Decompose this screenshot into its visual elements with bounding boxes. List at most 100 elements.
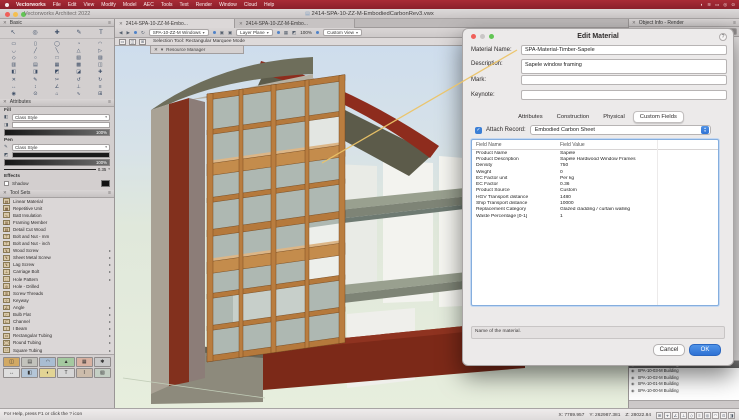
material-name-input[interactable]: SPA-Material-Timber-Sapele bbox=[521, 45, 727, 55]
snap-intersection-icon[interactable]: ◎ bbox=[704, 411, 711, 419]
palette-menu-icon[interactable]: ≡ bbox=[108, 190, 111, 196]
tool-set-item[interactable]: ⌐ Bulb Flat ▸ bbox=[0, 311, 114, 318]
field-value-header[interactable]: Field Value bbox=[560, 142, 718, 148]
tool-set-item[interactable]: II Beam ▸ bbox=[0, 325, 114, 332]
basic-tool-33[interactable]: ⊥ bbox=[68, 83, 90, 90]
visibility-icon[interactable]: ◉ bbox=[631, 381, 635, 386]
tool-set-item[interactable]: ⊏ Channel ▸ bbox=[0, 318, 114, 325]
close-icon[interactable]: ✕ bbox=[239, 21, 243, 27]
dialog-tab-physical[interactable]: Physical bbox=[597, 112, 631, 122]
snap-loupe-tool[interactable]: ◎ bbox=[25, 28, 45, 37]
fill-opacity-bar[interactable]: 100% bbox=[4, 128, 110, 136]
table-row[interactable]: Density 750 bbox=[472, 163, 718, 169]
wifi-icon[interactable]: ≋ bbox=[707, 2, 711, 8]
palette-resize-strip[interactable] bbox=[629, 400, 739, 408]
snap-perpendicular-icon[interactable]: ⊥ bbox=[680, 411, 687, 419]
shadow-checkbox[interactable] bbox=[4, 180, 9, 186]
layer-plane-dropdown[interactable]: Layer Plane ▾ bbox=[236, 29, 273, 36]
3d-modeling-tools[interactable]: ◧ bbox=[21, 367, 39, 378]
menu-item-view[interactable]: View bbox=[83, 2, 94, 8]
free-draw-tool[interactable]: ✎ bbox=[69, 28, 89, 37]
basic-tool-38[interactable]: ∿ bbox=[68, 90, 90, 97]
basic-tool-21[interactable]: ◨ bbox=[25, 69, 47, 76]
selection-tool[interactable]: ↖ bbox=[3, 28, 23, 37]
table-row[interactable]: Product Description Sapele Hardwood Windo… bbox=[472, 156, 718, 162]
menu-item-edit[interactable]: Edit bbox=[68, 2, 77, 8]
basic-tool-6[interactable]: ╱ bbox=[25, 47, 47, 54]
basic-tool-14[interactable]: ▨ bbox=[89, 54, 111, 61]
building-shell-tools[interactable]: ◫ bbox=[3, 356, 21, 367]
attach-record-checkbox[interactable]: ✓ bbox=[475, 126, 482, 134]
basic-tool-1[interactable]: ▯ bbox=[25, 40, 47, 47]
table-row[interactable]: Waste Percentage [0-1] 1 bbox=[472, 213, 718, 219]
basic-tool-36[interactable]: ⊙ bbox=[25, 90, 47, 97]
tool-set-item[interactable]: ⊤ Bolt and Nut - mm bbox=[0, 233, 114, 240]
close-icon[interactable]: ✕ bbox=[119, 21, 123, 27]
tool-set-item[interactable]: ◯ Round Tubing ▸ bbox=[0, 339, 114, 346]
tool-set-item[interactable]: ▭ Rectangular Tubing ▸ bbox=[0, 332, 114, 339]
keynote-input[interactable] bbox=[521, 90, 727, 100]
table-row[interactable]: Product Name Sapele bbox=[472, 150, 718, 156]
menu-item-tools[interactable]: Tools bbox=[161, 2, 173, 8]
basic-tool-20[interactable]: ◧ bbox=[3, 69, 25, 76]
basic-tool-10[interactable]: ◇ bbox=[3, 54, 25, 61]
dims-notes-tools[interactable]: ↔ bbox=[3, 367, 21, 378]
tool-set-item[interactable]: ⊤ Bolt and Nut - inch bbox=[0, 240, 114, 247]
record-format-dropdown[interactable]: Embodied Carbon Sheet ▴ ▾ bbox=[529, 125, 711, 135]
basic-tool-27[interactable]: ✂ bbox=[46, 76, 68, 83]
current-view-dropdown[interactable]: Custom View ▾ bbox=[323, 29, 362, 36]
table-row[interactable]: EC Factor 0.36 bbox=[472, 181, 718, 187]
basic-tool-22[interactable]: ◩ bbox=[46, 69, 68, 76]
attributes-palette-header[interactable]: ✕ Attributes ≡ bbox=[0, 98, 114, 107]
visualization-tools[interactable]: ◐ bbox=[39, 367, 57, 378]
visibility-icon[interactable]: ◉ bbox=[631, 375, 635, 380]
snap-point-icon[interactable]: ⌖ bbox=[664, 411, 671, 419]
line-weight-value[interactable]: 0.35 bbox=[98, 167, 106, 172]
basic-tool-39[interactable]: ⊞ bbox=[89, 90, 111, 97]
fill-style-dropdown[interactable]: Class Style ▾ bbox=[12, 113, 110, 121]
zoom-level[interactable]: 100% bbox=[300, 30, 312, 35]
basic-tool-34[interactable]: ≡ bbox=[89, 83, 111, 90]
table-row[interactable]: EC Factor unit Per kg bbox=[472, 175, 718, 181]
menu-item-modify[interactable]: Modify bbox=[101, 2, 116, 8]
plane-mode-icon[interactable]: ◩ bbox=[292, 30, 296, 36]
tool-set-item[interactable]: ∠ Angle ▸ bbox=[0, 304, 114, 311]
cancel-button[interactable]: Cancel bbox=[653, 344, 685, 356]
menu-item-model[interactable]: Model bbox=[123, 2, 137, 8]
walls-tools[interactable]: ▤ bbox=[21, 356, 39, 367]
tool-sets-palette-header[interactable]: ✕ Tool Sets ≡ bbox=[0, 189, 114, 198]
shadow-color-swatch[interactable] bbox=[101, 179, 110, 187]
menu-item-text[interactable]: Text bbox=[180, 2, 189, 8]
furnishing-tools[interactable]: ▦ bbox=[75, 356, 93, 367]
tool-set-item[interactable]: ↯ Sheet Metal Screw ▸ bbox=[0, 254, 114, 261]
control-center-icon[interactable]: ⊙ bbox=[731, 2, 735, 8]
document-tab[interactable]: ✕ 2414-SPA-10-ZZ-M-Embo... bbox=[115, 19, 235, 28]
dialog-tab-custom-fields[interactable]: Custom Fields bbox=[632, 111, 684, 123]
basic-tool-25[interactable]: ✕ bbox=[3, 76, 25, 83]
basic-tool-13[interactable]: ▧ bbox=[68, 54, 90, 61]
dialog-tab-construction[interactable]: Construction bbox=[551, 112, 596, 122]
tool-set-item[interactable]: ⊹ Keyway bbox=[0, 297, 114, 304]
basic-tool-23[interactable]: ◪ bbox=[68, 69, 90, 76]
close-icon[interactable]: ✕ bbox=[3, 190, 7, 196]
snap-grid-icon[interactable]: ⊞ bbox=[656, 411, 663, 419]
basic-tool-8[interactable]: △ bbox=[68, 47, 90, 54]
basic-tool-3[interactable]: ◔ bbox=[68, 40, 90, 47]
snap-arc-icon[interactable]: ◠ bbox=[712, 411, 719, 419]
pan-tool[interactable]: ✚ bbox=[47, 28, 67, 37]
battery-icon[interactable]: ▭ bbox=[715, 2, 719, 8]
close-icon[interactable]: ✕ bbox=[3, 20, 7, 26]
description-input[interactable]: Sapele window framing bbox=[521, 59, 727, 74]
table-row[interactable]: Weight 0 bbox=[472, 169, 718, 175]
table-row[interactable]: Replacement Category Glazed cladding / cu… bbox=[472, 207, 718, 213]
basic-tool-18[interactable]: ▩ bbox=[68, 62, 90, 69]
forward-icon[interactable]: ▶ bbox=[126, 30, 129, 36]
tool-set-item[interactable]: ◎ Hole - Drilled bbox=[0, 283, 114, 290]
basic-tool-5[interactable]: ◡ bbox=[3, 47, 25, 54]
dialog-help-button[interactable]: ? bbox=[719, 33, 727, 41]
visibility-icon[interactable]: ◉ bbox=[631, 368, 635, 373]
basic-tool-7[interactable]: ╲ bbox=[46, 47, 68, 54]
layers-grid-icon[interactable]: ▦ bbox=[284, 30, 288, 36]
basic-tool-15[interactable]: ▥ bbox=[3, 62, 25, 69]
tool-set-item[interactable]: ↯ Wood Screw ▸ bbox=[0, 247, 114, 254]
